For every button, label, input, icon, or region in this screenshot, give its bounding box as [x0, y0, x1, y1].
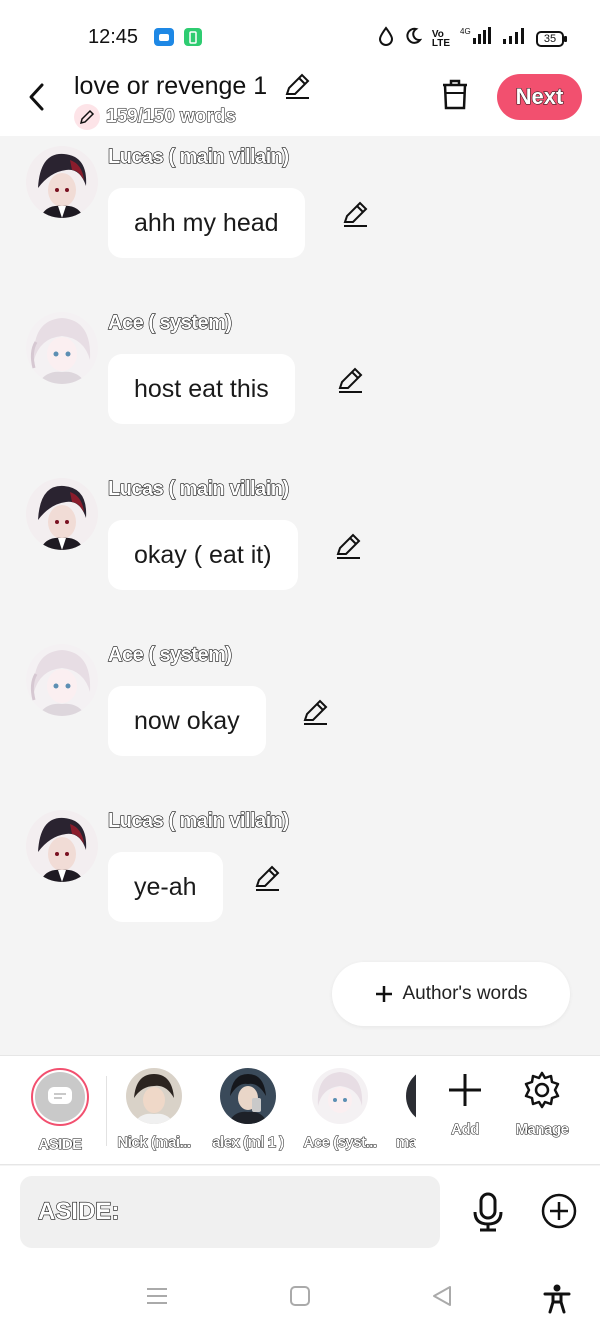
home-icon[interactable]	[288, 1284, 312, 1313]
back-nav-icon[interactable]	[430, 1284, 454, 1313]
message-item: Lucas ( main villain) ye-ah	[0, 800, 600, 940]
edit-message-icon[interactable]	[341, 200, 369, 233]
message-bubble[interactable]: host eat this	[108, 354, 295, 424]
back-button[interactable]	[22, 80, 52, 114]
edit-message-icon[interactable]	[336, 366, 364, 399]
data-saver-icon	[378, 26, 394, 51]
add-attachment-button[interactable]	[540, 1192, 578, 1233]
character-label: Ace (syst...	[303, 1134, 378, 1152]
message-input[interactable]: ASIDE:	[20, 1176, 440, 1248]
status-bar: 12:45 Vo LTE 4G 35	[0, 0, 600, 66]
avatar[interactable]	[26, 644, 98, 716]
volte-icon: Vo LTE	[431, 28, 450, 49]
status-time: 12:45	[88, 26, 139, 48]
character-nick[interactable]: Nick (mai...	[114, 1068, 194, 1152]
chevron-left-icon	[29, 83, 44, 111]
message-bubble[interactable]: now okay	[108, 686, 266, 756]
character-label: ma	[396, 1134, 417, 1152]
message-item: Lucas ( main villain) ahh my head	[0, 136, 600, 276]
character-label: Nick (mai...	[117, 1134, 192, 1152]
edit-message-icon[interactable]	[334, 532, 362, 565]
speaker-name: Lucas ( main villain)	[107, 145, 289, 168]
chat-area: Lucas ( main villain) ahh my head Ace ( …	[0, 136, 600, 1056]
divider	[106, 1076, 107, 1146]
accessibility-icon[interactable]	[543, 1284, 571, 1319]
signal-icon	[502, 27, 526, 50]
status-indicators: Vo LTE 4G 35	[378, 26, 567, 51]
editor-header: love or revenge 1 159/150 words Next	[0, 66, 600, 136]
character-bar: ASIDE Nick (mai... alex (ml 1 ) Ace (sys…	[0, 1055, 600, 1165]
word-count: 159/150 words	[74, 104, 236, 130]
plus-icon	[376, 986, 393, 1002]
battery-icon: 35	[536, 30, 567, 47]
speaker-name: Ace ( system)	[107, 643, 232, 666]
avatar[interactable]	[26, 312, 98, 384]
avatar	[312, 1068, 368, 1124]
do-not-disturb-icon	[404, 27, 423, 50]
add-character-button[interactable]: Add	[430, 1070, 500, 1139]
character-aside[interactable]: ASIDE	[20, 1068, 100, 1154]
avatar	[126, 1068, 182, 1124]
gear-icon	[524, 1071, 560, 1109]
system-nav-bar	[0, 1266, 600, 1333]
plus-icon	[449, 1074, 481, 1106]
pencil-icon	[74, 104, 100, 130]
character-alex[interactable]: alex (ml 1 )	[208, 1068, 288, 1152]
delete-button[interactable]	[440, 78, 470, 115]
plus-circle-icon	[541, 1193, 577, 1229]
app-notification-icon	[153, 26, 175, 53]
message-item: Ace ( system) host eat this	[0, 302, 600, 442]
authors-words-button[interactable]: Author's words	[332, 962, 570, 1026]
battery-saver-icon	[182, 26, 204, 53]
speaker-name: Ace ( system)	[107, 311, 232, 334]
add-label: Add	[451, 1121, 480, 1139]
input-bar: ASIDE:	[0, 1166, 600, 1266]
speaker-name: Lucas ( main villain)	[107, 809, 289, 832]
next-button[interactable]: Next	[497, 74, 582, 120]
avatar[interactable]	[26, 810, 98, 882]
authors-words-label: Author's words	[402, 983, 528, 1004]
message-item: Lucas ( main villain) okay ( eat it)	[0, 468, 600, 608]
character-label: alex (ml 1 )	[212, 1134, 285, 1152]
voice-input-button[interactable]	[470, 1192, 506, 1235]
menu-icon[interactable]	[145, 1284, 169, 1313]
microphone-icon	[473, 1192, 503, 1232]
character-ace[interactable]: Ace (syst...	[300, 1068, 380, 1152]
character-partial[interactable]: ma	[388, 1068, 416, 1151]
edit-message-icon[interactable]	[301, 698, 329, 731]
avatar[interactable]	[26, 146, 98, 218]
message-item: Ace ( system) now okay	[0, 634, 600, 774]
avatar	[220, 1068, 276, 1124]
character-label: ASIDE	[38, 1136, 83, 1154]
aside-icon	[35, 1072, 85, 1122]
avatar[interactable]	[26, 478, 98, 550]
speaker-name: Lucas ( main villain)	[107, 477, 289, 500]
word-count-text: 159/150 words	[106, 106, 237, 128]
manage-label: Manage	[515, 1121, 569, 1139]
story-title[interactable]: love or revenge 1	[74, 72, 267, 101]
trash-icon	[443, 79, 467, 110]
signal-4g-icon: 4G	[460, 27, 492, 50]
message-bubble[interactable]: okay ( eat it)	[108, 520, 298, 590]
svg-text:4G: 4G	[460, 27, 471, 36]
manage-button[interactable]: Manage	[507, 1070, 577, 1139]
edit-title-icon[interactable]	[283, 72, 311, 105]
avatar	[406, 1068, 416, 1124]
message-bubble[interactable]: ye-ah	[108, 852, 223, 922]
message-bubble[interactable]: ahh my head	[108, 188, 305, 258]
edit-message-icon[interactable]	[253, 864, 281, 897]
